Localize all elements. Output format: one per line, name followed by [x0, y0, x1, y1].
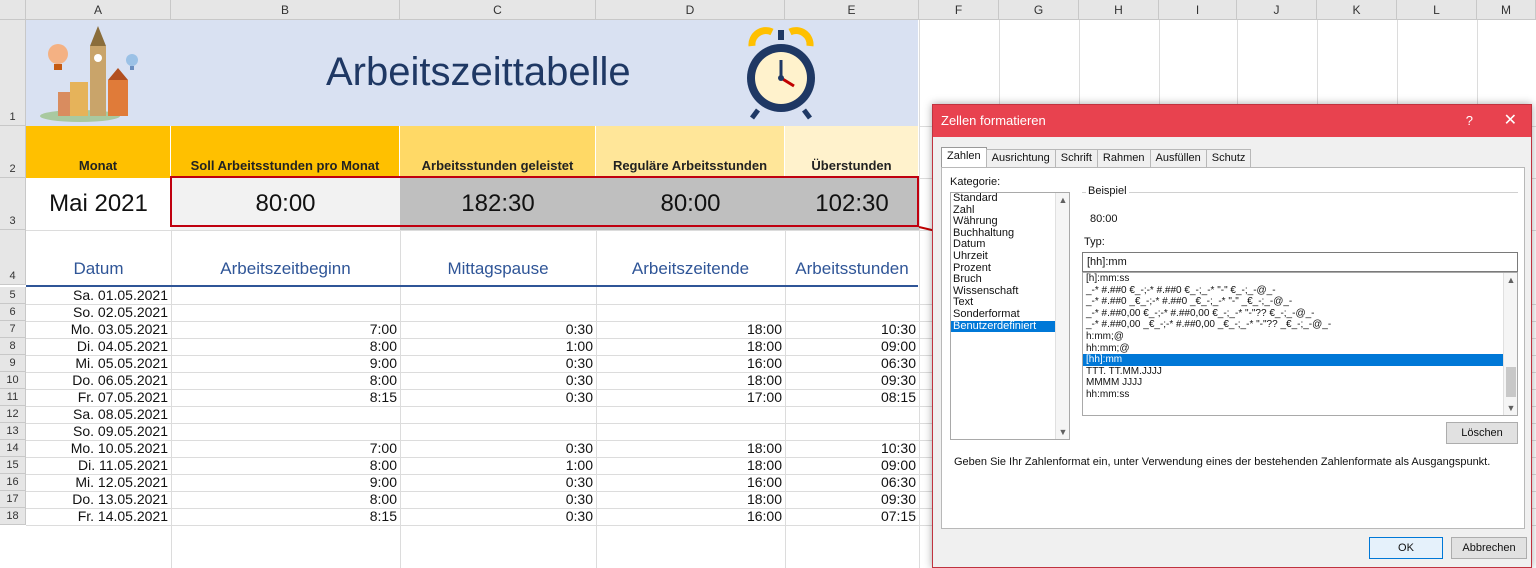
list-item[interactable]: TTT. TT.MM.JJJJ — [1083, 366, 1503, 378]
cancel-button[interactable]: Abbrechen — [1451, 537, 1527, 559]
tab-schrift[interactable]: Schrift — [1054, 149, 1098, 167]
scroll-down-icon[interactable]: ▼ — [1504, 401, 1517, 415]
typ-input[interactable]: [hh]:mm — [1082, 252, 1518, 272]
list-item[interactable]: Uhrzeit — [951, 250, 1069, 263]
list-item[interactable]: _-* #.##0,00 _€_-;-* #.##0,00 _€_-;_-* "… — [1083, 319, 1503, 331]
beispiel-label: Beispiel — [1086, 185, 1129, 197]
scroll-thumb[interactable] — [1506, 367, 1516, 397]
scroll-up-icon[interactable]: ▲ — [1504, 273, 1517, 287]
scroll-down-icon[interactable]: ▼ — [1056, 425, 1070, 439]
scroll-up-icon[interactable]: ▲ — [1056, 193, 1070, 207]
list-item[interactable]: hh:mm:ss — [1083, 389, 1503, 401]
ok-button[interactable]: OK — [1369, 537, 1443, 559]
kategorie-label: Kategorie: — [950, 176, 1001, 188]
tab-zahlen[interactable]: Zahlen — [941, 147, 987, 167]
list-item-selected[interactable]: [hh]:mm — [1083, 354, 1503, 366]
list-item[interactable]: Bruch — [951, 274, 1069, 286]
tab-ausfuellen[interactable]: Ausfüllen — [1149, 149, 1207, 167]
dialog-tabs: Zahlen Ausrichtung Schrift Rahmen Ausfül… — [941, 147, 1252, 167]
list-item[interactable]: MMMM JJJJ — [1083, 377, 1503, 389]
tab-schutz[interactable]: Schutz — [1205, 149, 1252, 167]
list-item[interactable]: Standard — [951, 192, 1069, 205]
beispiel-group: Beispiel 80:00 — [1082, 185, 1518, 228]
format-description: Geben Sie Ihr Zahlenformat ein, unter Ve… — [954, 456, 1491, 468]
typ-label: Typ: — [1084, 236, 1105, 248]
list-item[interactable]: h:mm;@ — [1083, 331, 1503, 343]
close-icon[interactable]: ✕ — [1504, 105, 1517, 137]
typ-list[interactable]: [h]:mm:ss _-* #.##0 €_-;-* #.##0 €_-;_-*… — [1082, 272, 1518, 416]
beispiel-value: 80:00 — [1090, 213, 1118, 225]
list-item[interactable]: [h]:mm:ss — [1083, 273, 1503, 285]
list-item[interactable]: _-* #.##0,00 €_-;-* #.##0,00 €_-;_-* "-"… — [1083, 308, 1503, 320]
typ-scrollbar[interactable]: ▲ ▼ — [1503, 273, 1517, 415]
list-item[interactable]: _-* #.##0 €_-;-* #.##0 €_-;_-* "-" €_-;_… — [1083, 285, 1503, 297]
list-item[interactable]: hh:mm;@ — [1083, 343, 1503, 355]
tab-rahmen[interactable]: Rahmen — [1096, 149, 1151, 167]
kategorie-scrollbar[interactable]: ▲ ▼ — [1055, 193, 1069, 439]
zahlen-panel: Kategorie: Standard Zahl Währung Buchhal… — [941, 167, 1525, 529]
dialog-title: Zellen formatieren — [933, 105, 1531, 137]
kategorie-list[interactable]: Standard Zahl Währung Buchhaltung Datum … — [950, 192, 1070, 440]
format-cells-dialog[interactable]: Zellen formatieren ? ✕ Zahlen Ausrichtun… — [932, 104, 1532, 568]
list-item-selected[interactable]: Benutzerdefiniert — [951, 320, 1055, 333]
loeschen-button[interactable]: Löschen — [1446, 422, 1518, 444]
list-item[interactable]: Sonderformat — [951, 308, 1069, 321]
tab-ausrichtung[interactable]: Ausrichtung — [985, 149, 1056, 167]
list-item[interactable]: _-* #.##0 _€_-;-* #.##0 _€_-;_-* "-" _€_… — [1083, 296, 1503, 308]
help-button[interactable]: ? — [1466, 105, 1473, 137]
